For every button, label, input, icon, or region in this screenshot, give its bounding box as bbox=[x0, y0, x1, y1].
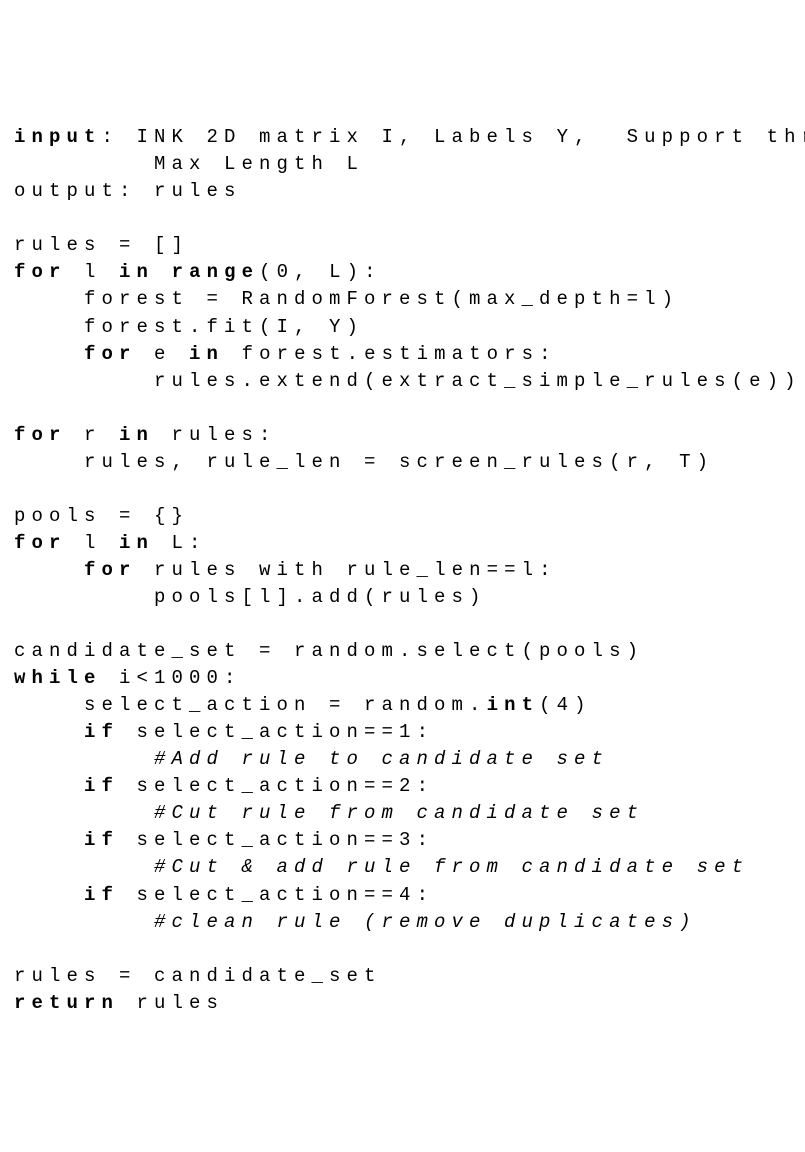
code-token: rules = [] bbox=[14, 234, 189, 256]
code-line: rules = [] bbox=[14, 232, 793, 259]
code-token bbox=[14, 721, 84, 743]
keyword-token: input bbox=[14, 126, 102, 148]
code-token: rules: bbox=[154, 424, 277, 446]
code-line: for l in L: bbox=[14, 530, 793, 557]
keyword-token: for bbox=[84, 559, 137, 581]
code-token bbox=[14, 559, 84, 581]
code-line: return rules bbox=[14, 990, 793, 1017]
code-line bbox=[14, 395, 793, 422]
keyword-token: in bbox=[189, 343, 224, 365]
code-token: l bbox=[67, 532, 120, 554]
code-token: forest.estimators: bbox=[224, 343, 557, 365]
keyword-token: int bbox=[487, 694, 540, 716]
code-line: #Cut rule from candidate set bbox=[14, 800, 793, 827]
keyword-token: in bbox=[119, 424, 154, 446]
pseudocode-block: input: INK 2D matrix I, Labels Y, Suppor… bbox=[14, 124, 793, 1017]
code-token: pools[l].add(rules) bbox=[14, 586, 487, 608]
code-line: if select_action==1: bbox=[14, 719, 793, 746]
code-token: select_action==1: bbox=[119, 721, 434, 743]
code-line: forest.fit(I, Y) bbox=[14, 314, 793, 341]
code-line: if select_action==4: bbox=[14, 882, 793, 909]
code-token: select_action==2: bbox=[119, 775, 434, 797]
code-line: while i<1000: bbox=[14, 665, 793, 692]
code-line: pools = {} bbox=[14, 503, 793, 530]
keyword-token: if bbox=[84, 721, 119, 743]
code-token bbox=[14, 748, 154, 770]
code-token bbox=[14, 802, 154, 824]
code-token: select_action==3: bbox=[119, 829, 434, 851]
code-token: rules, rule_len = screen_rules(r, T) bbox=[14, 451, 714, 473]
keyword-token: for bbox=[14, 424, 67, 446]
code-line: #Cut & add rule from candidate set bbox=[14, 854, 793, 881]
code-line: if select_action==2: bbox=[14, 773, 793, 800]
code-line: if select_action==3: bbox=[14, 827, 793, 854]
code-line: rules.extend(extract_simple_rules(e)) bbox=[14, 368, 793, 395]
code-line: for rules with rule_len==l: bbox=[14, 557, 793, 584]
code-line: select_action = random.int(4) bbox=[14, 692, 793, 719]
code-token: (4) bbox=[539, 694, 592, 716]
code-token: e bbox=[137, 343, 190, 365]
code-token: l bbox=[67, 261, 120, 283]
code-token: rules bbox=[119, 992, 224, 1014]
code-line: for l in range(0, L): bbox=[14, 259, 793, 286]
code-token: pools = {} bbox=[14, 505, 189, 527]
code-line bbox=[14, 205, 793, 232]
code-token: : INK 2D matrix I, Labels Y, Support thr… bbox=[102, 126, 805, 148]
code-line: #clean rule (remove duplicates) bbox=[14, 909, 793, 936]
keyword-token: in bbox=[119, 532, 154, 554]
code-token bbox=[14, 856, 154, 878]
code-line: rules = candidate_set bbox=[14, 963, 793, 990]
keyword-token: if bbox=[84, 829, 119, 851]
code-token: select_action = random. bbox=[14, 694, 487, 716]
code-line: Max Length L bbox=[14, 151, 793, 178]
keyword-token: range bbox=[172, 261, 260, 283]
code-line: rules, rule_len = screen_rules(r, T) bbox=[14, 449, 793, 476]
code-line bbox=[14, 611, 793, 638]
code-token: select_action==4: bbox=[119, 884, 434, 906]
code-token: output: rules bbox=[14, 180, 242, 202]
code-token: forest.fit(I, Y) bbox=[14, 316, 364, 338]
code-token: rules with rule_len==l: bbox=[137, 559, 557, 581]
code-line: input: INK 2D matrix I, Labels Y, Suppor… bbox=[14, 124, 793, 151]
code-line bbox=[14, 476, 793, 503]
code-token: rules.extend(extract_simple_rules(e)) bbox=[14, 370, 802, 392]
code-token bbox=[14, 829, 84, 851]
code-token bbox=[14, 911, 154, 933]
code-line: candidate_set = random.select(pools) bbox=[14, 638, 793, 665]
code-token: r bbox=[67, 424, 120, 446]
code-token: rules = candidate_set bbox=[14, 965, 382, 987]
code-line: pools[l].add(rules) bbox=[14, 584, 793, 611]
keyword-token: in bbox=[119, 261, 154, 283]
code-line: output: rules bbox=[14, 178, 793, 205]
comment-token: #Cut rule from candidate set bbox=[154, 802, 644, 824]
keyword-token: while bbox=[14, 667, 102, 689]
keyword-token: if bbox=[84, 884, 119, 906]
code-token: L: bbox=[154, 532, 207, 554]
code-token bbox=[14, 884, 84, 906]
code-token bbox=[14, 343, 84, 365]
keyword-token: for bbox=[14, 261, 67, 283]
keyword-token: for bbox=[14, 532, 67, 554]
code-line: for r in rules: bbox=[14, 422, 793, 449]
code-line: for e in forest.estimators: bbox=[14, 341, 793, 368]
code-line: forest = RandomForest(max_depth=l) bbox=[14, 286, 793, 313]
code-token: Max Length L bbox=[14, 153, 364, 175]
code-token: forest = RandomForest(max_depth=l) bbox=[14, 288, 679, 310]
comment-token: #clean rule (remove duplicates) bbox=[154, 911, 697, 933]
code-token: (0, L): bbox=[259, 261, 382, 283]
code-line: #Add rule to candidate set bbox=[14, 746, 793, 773]
code-token bbox=[14, 775, 84, 797]
code-token bbox=[154, 261, 172, 283]
keyword-token: return bbox=[14, 992, 119, 1014]
comment-token: #Add rule to candidate set bbox=[154, 748, 609, 770]
code-line bbox=[14, 936, 793, 963]
keyword-token: if bbox=[84, 775, 119, 797]
code-token: candidate_set = random.select(pools) bbox=[14, 640, 644, 662]
comment-token: #Cut & add rule from candidate set bbox=[154, 856, 749, 878]
code-token: i<1000: bbox=[102, 667, 242, 689]
keyword-token: for bbox=[84, 343, 137, 365]
